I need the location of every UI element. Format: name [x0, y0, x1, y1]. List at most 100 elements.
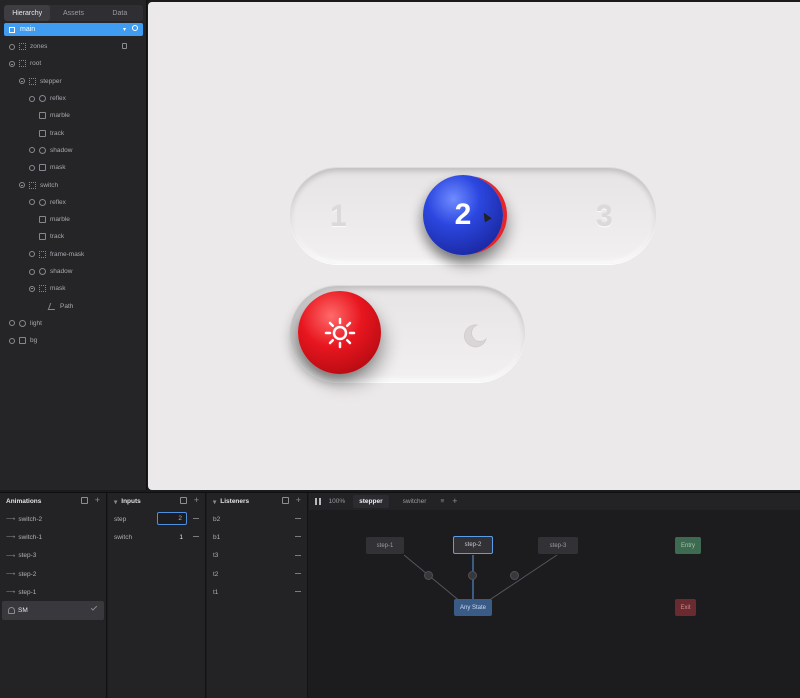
- image-icon: [39, 129, 46, 137]
- moon-icon[interactable]: [460, 322, 488, 350]
- listener-item[interactable]: t3: [207, 547, 307, 565]
- state-node-entry[interactable]: Entry: [675, 537, 701, 554]
- lock-icon[interactable]: [122, 43, 127, 49]
- hierarchy-item-root[interactable]: root: [0, 55, 147, 72]
- remove-icon[interactable]: [295, 554, 301, 556]
- transition-handle-icon[interactable]: [424, 571, 433, 580]
- check-icon: [90, 604, 98, 612]
- stepper-label-1[interactable]: 1: [330, 200, 347, 234]
- folder-icon[interactable]: [179, 497, 187, 504]
- animation-label: switch-1: [18, 533, 43, 541]
- hierarchy-item-shadow[interactable]: shadow: [0, 142, 147, 159]
- hierarchy-item-marble[interactable]: marble: [0, 107, 147, 124]
- state-machine-item[interactable]: SM: [2, 601, 104, 620]
- hierarchy-item-light[interactable]: light: [0, 315, 147, 332]
- animation-item[interactable]: ⟶ step-2: [0, 565, 106, 583]
- collapse-icon[interactable]: [19, 182, 25, 189]
- input-label: switch: [114, 533, 133, 541]
- transition-handle-icon[interactable]: [510, 571, 519, 580]
- state-node-step-1[interactable]: step-1: [366, 537, 404, 554]
- animation-item[interactable]: ⟶ switch-1: [0, 528, 106, 546]
- listener-item[interactable]: t1: [207, 583, 307, 601]
- tab-data[interactable]: Data: [97, 5, 143, 21]
- listener-item[interactable]: b1: [207, 528, 307, 546]
- group-icon: [29, 181, 36, 189]
- state-node-step-3[interactable]: step-3: [538, 537, 578, 554]
- listener-item[interactable]: t2: [207, 565, 307, 583]
- add-icon[interactable]: +: [95, 496, 100, 505]
- expand-icon[interactable]: [9, 43, 15, 50]
- folder-icon[interactable]: [80, 497, 88, 504]
- hierarchy-item-switch[interactable]: switch: [0, 176, 147, 193]
- chevron-down-icon[interactable]: ▾: [123, 26, 126, 33]
- remove-icon[interactable]: [295, 518, 301, 519]
- state-machine-graph[interactable]: 100% stepper switcher ≡ + step-1 step-2 …: [309, 493, 800, 698]
- hierarchy-item-label: shadow: [50, 268, 73, 275]
- hierarchy-item-track[interactable]: track: [0, 124, 147, 141]
- design-canvas[interactable]: 1 3 2: [148, 2, 800, 490]
- listener-item[interactable]: b2: [207, 510, 307, 528]
- expand-icon[interactable]: [9, 320, 15, 327]
- input-value-field[interactable]: 2: [157, 512, 187, 525]
- add-icon[interactable]: +: [194, 496, 199, 505]
- animation-item[interactable]: ⟶ step-1: [0, 583, 106, 601]
- expand-icon[interactable]: [29, 147, 35, 154]
- state-node-exit[interactable]: Exit: [675, 599, 696, 616]
- collapse-icon[interactable]: [29, 285, 35, 292]
- hierarchy-item-mask[interactable]: mask: [0, 159, 147, 176]
- hierarchy-item-stepper[interactable]: stepper: [0, 73, 147, 90]
- timeline-icon: ⟶: [6, 589, 16, 597]
- transition-handle-icon[interactable]: [468, 571, 477, 580]
- hierarchy-item-path[interactable]: Path: [0, 297, 147, 314]
- expand-icon[interactable]: [29, 251, 35, 258]
- hierarchy-item-shadow[interactable]: shadow: [0, 263, 147, 280]
- remove-icon[interactable]: [193, 536, 199, 538]
- state-node-step-2[interactable]: step-2: [453, 536, 493, 554]
- add-icon[interactable]: +: [296, 496, 301, 505]
- listener-label: t1: [213, 588, 219, 596]
- switch-marble[interactable]: [298, 291, 381, 374]
- folder-icon[interactable]: [281, 497, 289, 504]
- expand-icon[interactable]: [29, 95, 35, 102]
- expand-icon[interactable]: [29, 164, 35, 171]
- animation-item[interactable]: ⟶ switch-2: [0, 510, 106, 528]
- timeline-icon: ⟶: [6, 534, 16, 542]
- remove-icon[interactable]: [295, 591, 301, 593]
- stepper-marble[interactable]: 2: [423, 175, 503, 255]
- group-icon: [19, 60, 26, 68]
- target-icon[interactable]: [132, 25, 138, 31]
- hierarchy-item-label: reflex: [50, 198, 66, 206]
- hierarchy-item-reflex[interactable]: reflex: [0, 90, 147, 107]
- chevron-down-icon[interactable]: ▾: [114, 498, 117, 506]
- state-node-any-state[interactable]: Any State: [454, 599, 492, 616]
- hierarchy-item-bg[interactable]: bg: [0, 332, 147, 349]
- hierarchy-item-frame-mask[interactable]: frame-mask: [0, 246, 147, 263]
- remove-icon[interactable]: [295, 536, 301, 538]
- input-value[interactable]: 1: [179, 534, 183, 541]
- tab-hierarchy[interactable]: Hierarchy: [4, 5, 51, 21]
- expand-icon[interactable]: [9, 337, 15, 344]
- hierarchy-item-reflex[interactable]: reflex: [0, 194, 147, 211]
- hierarchy-item-zones[interactable]: zones: [0, 38, 147, 55]
- expand-icon[interactable]: [29, 199, 35, 206]
- collapse-icon[interactable]: [9, 60, 15, 67]
- chevron-down-icon[interactable]: ▾: [213, 498, 216, 506]
- remove-icon[interactable]: [295, 572, 301, 574]
- hierarchy-item-track[interactable]: track: [0, 228, 147, 245]
- hierarchy-item-mask[interactable]: mask: [0, 280, 147, 297]
- animation-item[interactable]: ⟶ step-3: [0, 547, 106, 565]
- remove-icon[interactable]: [193, 518, 199, 519]
- hierarchy-item-label: stepper: [40, 77, 62, 85]
- hierarchy-item-marble[interactable]: marble: [0, 211, 147, 228]
- tab-assets[interactable]: Assets: [50, 5, 96, 21]
- input-row-step[interactable]: step 2: [108, 510, 205, 528]
- ellipse-icon: [39, 198, 46, 206]
- hierarchy-item-label: zones: [30, 43, 48, 51]
- input-row-switch[interactable]: switch 1: [108, 528, 205, 546]
- stepper-label-3[interactable]: 3: [596, 200, 613, 234]
- expand-icon[interactable]: [29, 268, 35, 275]
- input-label: step: [114, 515, 127, 523]
- image-icon: [39, 233, 46, 241]
- collapse-icon[interactable]: [19, 78, 25, 85]
- artboard-main-row[interactable]: main ▾: [4, 23, 143, 36]
